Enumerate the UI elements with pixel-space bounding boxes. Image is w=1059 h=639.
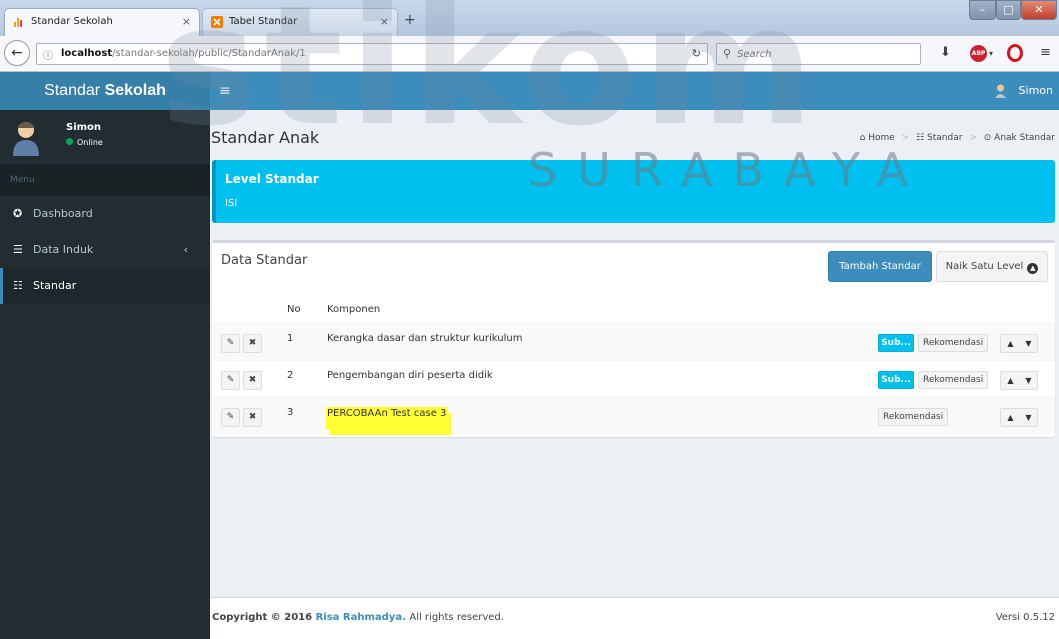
delete-icon[interactable]: ✖ [243,334,262,353]
data-standar-box: Data Standar Tambah Standar Naik Satu Le… [212,240,1055,437]
database-icon: ☰ [13,243,23,256]
browser-nav-bar: ← ⓘ localhost/standar-sekolah/public/Sta… [0,36,1059,72]
online-dot-icon [66,138,73,145]
move-down-icon[interactable]: ▼ [1020,410,1037,426]
browser-search-box[interactable]: ⚲ [716,43,921,65]
content-area: Standar Anak ⌂ Home > ☷ Standar > ⊙ Anak… [210,110,1059,639]
menu-header: Menu [0,164,210,196]
opera-icon[interactable] [1007,44,1023,62]
search-icon: ⚲ [723,47,732,60]
user-menu[interactable]: Simon [994,72,1053,110]
move-up-icon[interactable]: ▲ [1002,373,1019,389]
tab-title: Tabel Standar [229,16,298,27]
box-title: Data Standar [221,253,308,268]
chevron-left-icon: ‹ [183,243,188,256]
breadcrumb: ⌂ Home > ☷ Standar > ⊙ Anak Standar [859,133,1055,143]
browser-tab-bar: Standar Sekolah × Tabel Standar × + – □ … [0,0,1059,36]
search-input[interactable] [737,46,907,62]
table-row: ✎ ✖ 2 Pengembangan diri peserta didik Su… [212,360,1055,397]
table-row: ✎ ✖ 1 Kerangka dasar dan struktur kuriku… [212,323,1055,360]
new-tab-button[interactable]: + [404,12,416,28]
delete-icon[interactable]: ✖ [243,371,262,390]
download-icon[interactable]: ⬇ [940,45,951,60]
copyright-text: Copyright © 2016 Risa Rahmadya. All righ… [212,612,504,623]
close-tab-icon[interactable]: × [380,9,389,35]
back-arrow-icon[interactable]: ← [4,40,30,66]
edit-icon[interactable]: ✎ [221,371,240,390]
clock-icon: ⊙ [983,133,992,143]
info-icon[interactable]: ⓘ [43,47,53,62]
adblock-icon[interactable]: ABP [970,45,987,62]
move-buttons: ▲ ▼ [1000,408,1038,427]
close-tab-icon[interactable]: × [182,9,191,35]
breadcrumb-anak-standar: Anak Standar [994,133,1055,143]
dashboard-icon: ✪ [13,207,23,220]
sliders-icon: ☷ [916,133,925,143]
move-down-icon[interactable]: ▼ [1020,373,1037,389]
sidebar-item-standar[interactable]: ☷ Standar [0,268,210,304]
move-buttons: ▲ ▼ [1000,371,1038,390]
version-text: Versi 0.5.12 [995,612,1055,623]
sub-button[interactable]: Sub... [878,371,914,389]
move-up-icon[interactable]: ▲ [1002,410,1019,426]
sidebar-toggle-icon[interactable]: ≡ [210,72,240,110]
edit-icon[interactable]: ✎ [221,334,240,353]
bar-chart-favicon-icon [14,18,22,27]
header-username: Simon [1018,84,1053,97]
footer: Copyright © 2016 Risa Rahmadya. All righ… [210,597,1059,639]
reload-icon[interactable]: ↻ [692,47,701,60]
user-panel: Simon Online [0,110,210,164]
tambah-standar-button[interactable]: Tambah Standar [828,251,932,282]
move-up-icon[interactable]: ▲ [1002,336,1019,352]
avatar [13,122,39,156]
column-header-no: No [287,304,301,315]
online-status: Online [66,138,103,147]
chevron-down-icon[interactable]: ▾ [989,49,993,58]
author-link[interactable]: Risa Rahmadya. [316,612,406,623]
xampp-favicon-icon [211,16,223,28]
column-header-komponen: Komponen [327,304,381,315]
sidebar-username: Simon [66,122,102,133]
maximize-window-button[interactable]: □ [996,0,1021,20]
breadcrumb-standar[interactable]: Standar [927,133,962,143]
rekomendasi-button[interactable]: Rekomendasi [878,408,949,426]
address-bar[interactable]: ⓘ localhost/standar-sekolah/public/Stand… [36,43,708,65]
hamburger-menu-icon[interactable]: ≡ [1040,45,1051,60]
row-number: 1 [287,333,294,344]
level-callout: Level Standar ISI [212,160,1055,223]
edit-icon[interactable]: ✎ [221,408,240,427]
sidebar-item-dashboard[interactable]: ✪ Dashboard [0,196,210,232]
row-komponen: Pengembangan diri peserta didik [327,370,493,381]
naik-satu-level-button[interactable]: Naik Satu Level ▲ [936,251,1048,282]
row-number: 2 [287,370,294,381]
callout-title: Level Standar [225,172,319,186]
callout-text: ISI [225,198,238,209]
rekomendasi-button[interactable]: Rekomendasi [918,371,989,389]
move-down-icon[interactable]: ▼ [1020,336,1037,352]
url-text: localhost/standar-sekolah/public/Standar… [61,48,306,59]
table-row: ✎ ✖ 3 PERCOBAAn Test case 3 Rekomendasi … [212,397,1055,434]
tab-title: Standar Sekolah [31,16,113,27]
row-komponen: Kerangka dasar dan struktur kurikulum [327,333,523,344]
app-logo[interactable]: Standar Sekolah [0,72,210,110]
row-komponen-highlighted: PERCOBAAn Test case 3 [326,407,448,429]
user-avatar-icon [995,84,1007,98]
browser-tab-standar-sekolah[interactable]: Standar Sekolah × [4,8,200,36]
app-header: Standar Sekolah ≡ Simon [0,72,1059,110]
page-title: Standar Anak [211,128,320,147]
chevron-up-circle-icon: ▲ [1027,263,1039,274]
close-window-button[interactable]: ✕ [1021,0,1057,20]
minimize-window-button[interactable]: – [969,0,996,20]
sub-button[interactable]: Sub... [878,334,914,352]
breadcrumb-home[interactable]: Home [868,133,895,143]
row-number: 3 [287,407,294,418]
sidebar-item-data-induk[interactable]: ☰ Data Induk ‹ [0,232,210,268]
browser-tab-tabel-standar[interactable]: Tabel Standar × [202,8,398,36]
delete-icon[interactable]: ✖ [243,408,262,427]
sidebar: Simon Online Menu ✪ Dashboard ☰ Data Induk… [0,110,210,639]
rekomendasi-button[interactable]: Rekomendasi [918,334,989,352]
move-buttons: ▲ ▼ [1000,334,1038,353]
sliders-icon: ☷ [13,279,23,292]
home-icon: ⌂ [859,133,866,143]
